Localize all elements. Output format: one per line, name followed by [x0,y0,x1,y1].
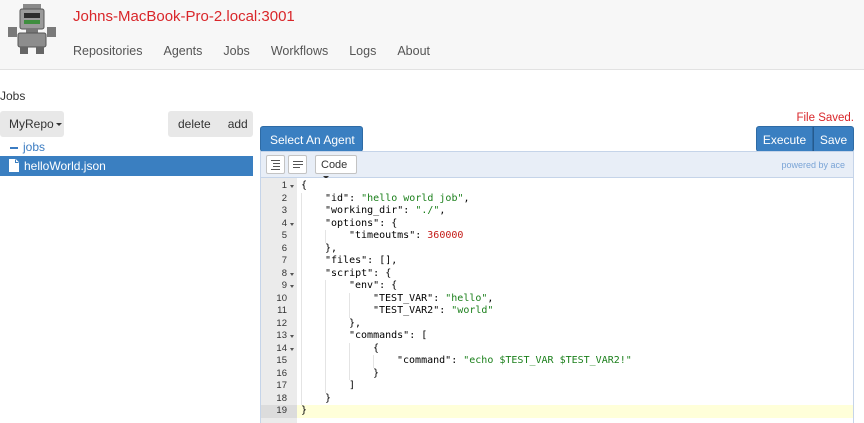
nav-repositories[interactable]: Repositories [73,44,142,58]
fold-toggle-icon[interactable] [290,335,294,338]
line-number: 18 [276,392,287,404]
line-number: 14 [261,343,297,356]
line-number: 15 [276,355,287,366]
code-line: "files": [], [297,255,853,268]
save-button[interactable]: Save [813,126,854,152]
collapse-icon [10,146,18,149]
execute-button[interactable]: Execute [756,126,813,152]
status-message: File Saved. [796,112,854,124]
format-icon[interactable] [266,155,285,174]
editor-toolbar: Code powered by ace [261,152,853,179]
code-line: } [297,392,853,405]
mode-select[interactable]: Code [315,155,357,179]
robot-logo-icon[interactable] [6,3,58,55]
code-line: "script": { [297,267,853,280]
agent-select-button[interactable]: Select An Agent [260,126,363,157]
tree-folder-label: jobs [23,140,46,154]
fold-toggle-icon[interactable] [290,347,294,351]
code-line: } [297,367,853,380]
mode-label: Code [321,159,348,171]
code-line: "working_dir": "./", [297,205,853,218]
fold-toggle-icon[interactable] [290,285,294,288]
nav-workflows[interactable]: Workflows [271,44,328,58]
tree-folder-jobs[interactable]: jobs [10,140,45,154]
line-number: 6 [281,242,287,254]
line-number: 2 [281,192,287,204]
repo-select-button[interactable]: MyRepo [0,111,64,137]
line-number: 17 [276,380,287,391]
line-number: 19 [261,405,297,418]
compact-icon[interactable] [288,155,307,174]
code-line: }, [297,317,853,330]
code-line: }, [297,242,853,255]
code-line: "env": { [297,280,853,293]
line-number: 11 [277,305,287,316]
line-number: 3 [281,205,287,216]
code-line: "command": "echo $TEST_VAR $TEST_VAR2!" [297,355,853,368]
line-number: 9 [261,280,297,293]
line-number: 1 [261,180,297,193]
line-gutter: 1 2 3 4 5 6 7 8 9 10 11 12 13 14 15 16 17 18 19 [261,178,297,423]
code-line: } [297,405,853,418]
line-number: 13 [261,330,297,343]
repo-actions-group: delete add [168,111,253,137]
nav-agents[interactable]: Agents [163,44,202,58]
line-number: 5 [281,230,287,241]
line-number: 8 [261,268,297,281]
code-line: "TEST_VAR": "hello", [297,292,853,305]
code-line: "commands": [ [297,330,853,343]
fold-toggle-icon[interactable] [290,185,294,188]
code-line: { [297,342,853,355]
line-number: 16 [276,367,287,379]
main-nav: Repositories Agents Jobs Workflows Logs … [73,44,451,58]
line-number: 12 [276,317,287,329]
code-line: ] [297,380,853,393]
nav-about[interactable]: About [397,44,430,58]
code-editor[interactable]: Code powered by ace 1 2 3 4 5 6 7 8 9 10 11 12 13 14 1… [260,151,854,423]
code-area[interactable]: {"id": "hello world job", "working_dir": … [297,178,853,423]
page-title: Jobs [0,89,26,103]
line-number: 10 [276,292,287,304]
line-number: 4 [261,218,297,231]
repo-select-label: MyRepo [9,117,54,131]
nav-jobs[interactable]: Jobs [223,44,249,58]
delete-button[interactable]: delete [178,111,211,137]
code-line: "timeoutms": 360000 [297,230,853,243]
fold-toggle-icon[interactable] [290,272,294,276]
action-button-group: Execute Save [756,126,854,152]
app-header: Johns-MacBook-Pro-2.local:3001 Repositor… [0,0,864,70]
code-line: "id": "hello world job", [297,192,853,205]
tree-file-item[interactable]: helloWorld.json [0,156,253,176]
agent-select-label: Select An Agent [270,133,355,147]
file-icon [9,159,19,172]
line-number: 7 [281,255,287,266]
code-line: "TEST_VAR2": "world" [297,305,853,318]
host-title: Johns-MacBook-Pro-2.local:3001 [73,8,295,25]
tree-file-label: helloWorld.json [24,159,106,173]
code-line: "options": { [297,217,853,230]
nav-logs[interactable]: Logs [349,44,376,58]
fold-toggle-icon[interactable] [290,222,294,226]
add-button[interactable]: add [228,111,248,137]
caret-down-icon [55,123,62,127]
code-line: { [301,180,308,191]
powered-by-link[interactable]: powered by ace [781,160,845,170]
